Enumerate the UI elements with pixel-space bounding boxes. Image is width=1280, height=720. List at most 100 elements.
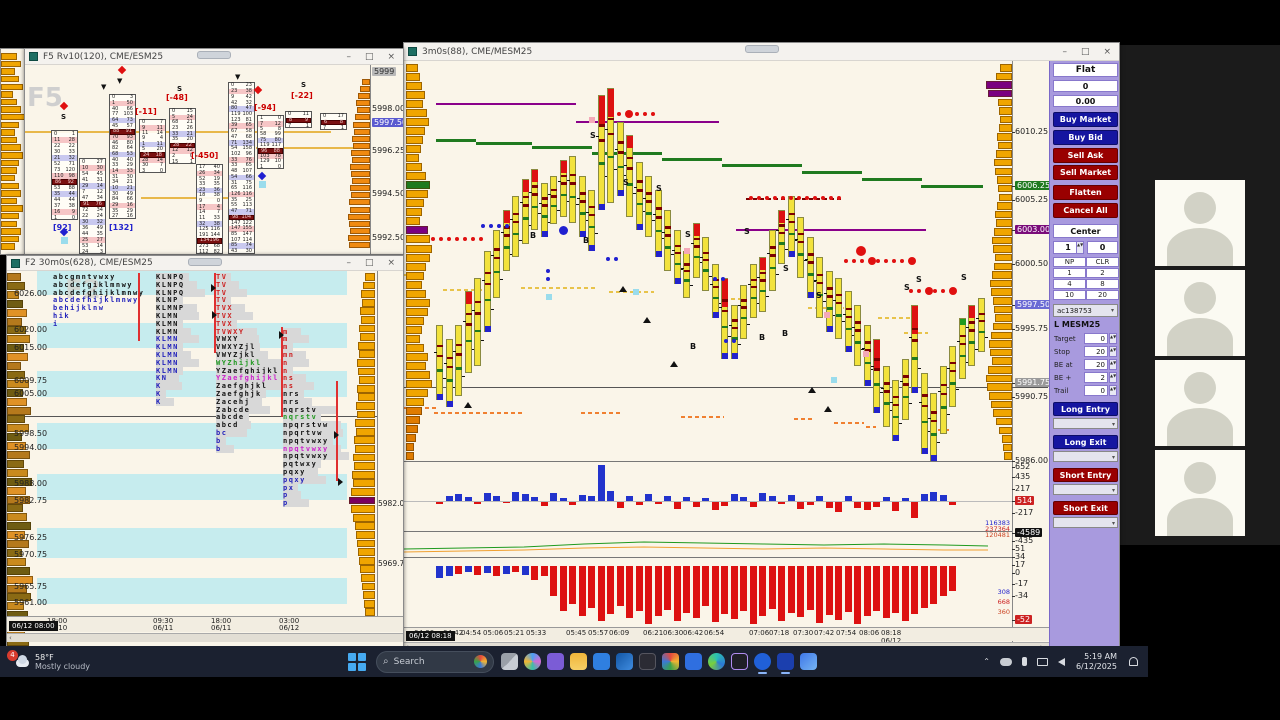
long-entry-button[interactable]: Long Entry (1053, 402, 1118, 416)
qty-preset-button[interactable]: 20 (1086, 290, 1119, 300)
blue-square-app-icon[interactable] (777, 653, 794, 674)
drag-handle[interactable] (197, 51, 231, 59)
volume-hist-bar (683, 566, 690, 613)
blue-circle-app-icon[interactable] (754, 653, 771, 674)
avatar-head (1184, 282, 1216, 314)
onedrive-icon[interactable] (999, 657, 1012, 666)
buy-bid-button[interactable]: Buy Bid (1053, 130, 1118, 145)
cancel-all-button[interactable]: Cancel All (1053, 203, 1118, 218)
photos-icon[interactable] (662, 653, 679, 670)
sell-ask-button[interactable]: Sell Ask (1053, 148, 1118, 163)
param-value-field[interactable]: 20 (1084, 359, 1108, 370)
short-exit-button[interactable]: Short Exit (1053, 501, 1118, 515)
short-entry-button[interactable]: Short Entry (1053, 468, 1118, 482)
main-chart-area[interactable]: S S S B B S S S B B S B S S S 6010.25 6006.25 6005.25 6003… (404, 61, 1119, 649)
right-volume-profile-bar (998, 141, 1012, 150)
flatten-button[interactable]: Flatten (1053, 185, 1118, 200)
center-button[interactable]: Center (1053, 224, 1118, 238)
buy-market-button[interactable]: Buy Market (1053, 112, 1118, 127)
outlook-icon[interactable] (616, 653, 633, 670)
param-value-field[interactable]: 0 (1084, 385, 1108, 396)
stepper-arrows[interactable]: ▲▼ (1109, 333, 1117, 344)
account-select[interactable]: ac138753 ▾ (1053, 304, 1118, 317)
param-value-field[interactable]: 0 (1084, 333, 1108, 344)
maximize-button[interactable]: □ (365, 52, 374, 62)
maximize-button[interactable]: □ (365, 258, 374, 268)
minimize-button[interactable]: – (346, 52, 351, 62)
qty-preset-button[interactable]: 1 (1053, 268, 1086, 278)
main-titlebar[interactable]: 3m0s(88), CME/MESM25 – □ × (404, 43, 1119, 61)
microsoft-store-icon[interactable] (593, 653, 610, 670)
qty-preset-button[interactable]: NP (1053, 257, 1086, 267)
volume-profile-bar (7, 397, 27, 406)
qty-preset-button[interactable]: 2 (1086, 268, 1119, 278)
qty-preset-button[interactable]: 8 (1086, 279, 1119, 289)
notification-bell-icon[interactable] (1129, 657, 1138, 666)
f5-titlebar[interactable]: F5 Rv10(120), CME/ESM25 – □ × (25, 49, 403, 65)
right-volume-profile-bar (998, 184, 1012, 193)
qty-preset-button[interactable]: CLR (1086, 257, 1119, 267)
gallery-app-icon[interactable] (800, 653, 817, 670)
clock[interactable]: 5:19 AM 6/12/2025 (1076, 652, 1117, 672)
minimize-button[interactable]: – (346, 258, 351, 268)
nvidia-app-icon[interactable] (731, 653, 748, 670)
quantity-alt-field[interactable]: 0 (1087, 241, 1118, 254)
param-value-field[interactable]: 20 (1084, 346, 1108, 357)
qty-preset-button[interactable]: 4 (1053, 279, 1086, 289)
long-entry-select[interactable]: ▾ (1053, 418, 1118, 429)
maximize-button[interactable]: □ (1081, 47, 1090, 57)
scrollbar-left-arrow[interactable]: ‹ (9, 634, 12, 642)
close-button[interactable]: × (387, 258, 395, 268)
open-tick (671, 250, 675, 252)
task-view-icon[interactable] (501, 653, 518, 670)
drag-handle[interactable] (744, 45, 779, 53)
stepper-arrows[interactable]: ▲▼ (1109, 346, 1117, 357)
delta-bar (759, 493, 766, 501)
sell-market-button[interactable]: Sell Market (1053, 165, 1118, 180)
long-exit-button[interactable]: Long Exit (1053, 435, 1118, 449)
microphone-icon[interactable] (1021, 657, 1027, 666)
file-explorer-icon[interactable] (570, 653, 587, 670)
search-input[interactable]: ⌕ Search (376, 650, 494, 673)
f2-titlebar[interactable]: F2 30m0s(628), CME/ESM25 – □ × (7, 256, 403, 271)
candle-segment (722, 299, 728, 302)
stepper-arrows[interactable]: ▲▼ (1109, 359, 1117, 370)
drag-handle[interactable] (188, 258, 222, 266)
delta-bar (930, 492, 937, 501)
candle-segment (484, 298, 491, 302)
short-exit-select[interactable]: ▾ (1053, 517, 1118, 528)
param-value-field[interactable]: 2 (1084, 372, 1108, 383)
participant-tile[interactable] (1155, 360, 1245, 446)
widget-app-icon[interactable] (639, 653, 656, 670)
stepper-arrows[interactable]: ▲▼ (1076, 241, 1084, 254)
chat-app-icon[interactable] (547, 653, 564, 670)
participant-tile[interactable] (1155, 180, 1245, 266)
volume-profile-bar (351, 488, 375, 496)
f2-chart-area[interactable]: F2 6026.00 6020.00 6015.00 6009.75 6005.00 599… (7, 271, 403, 649)
media-app-icon[interactable] (685, 653, 702, 670)
participant-tile[interactable] (1155, 450, 1245, 536)
minimize-button[interactable]: – (1062, 47, 1067, 57)
copilot-icon[interactable] (524, 653, 541, 670)
purple-line (736, 229, 926, 231)
display-icon[interactable] (1036, 657, 1048, 666)
qty-preset-button[interactable]: 10 (1053, 290, 1086, 300)
weather-widget[interactable]: 4 58°F Mostly cloudy (7, 649, 90, 671)
stepper-arrows[interactable]: ▲▼ (1109, 372, 1117, 383)
long-exit-select[interactable]: ▾ (1053, 451, 1118, 462)
close-button[interactable]: × (1103, 47, 1111, 57)
hidden-icons-chevron-icon[interactable]: ⌃ (983, 657, 990, 666)
volume-icon[interactable] (1057, 657, 1065, 666)
participant-tile[interactable] (1155, 270, 1245, 356)
f5-chart-area[interactable]: F5 5999 5998.00 5997.50 5996.25 5994.50 5992.5… (25, 65, 403, 254)
candle-segment (437, 354, 443, 358)
short-entry-select[interactable]: ▾ (1053, 484, 1118, 495)
cyan-square-marker (546, 294, 552, 300)
horizontal-scrollbar[interactable] (7, 633, 403, 642)
stepper-arrows[interactable]: ▲▼ (1109, 385, 1117, 396)
close-button[interactable]: × (387, 52, 395, 62)
open-tick (652, 214, 656, 216)
start-button[interactable] (348, 652, 366, 671)
volume-profile-bar (355, 114, 370, 121)
edge-icon[interactable] (708, 653, 725, 670)
